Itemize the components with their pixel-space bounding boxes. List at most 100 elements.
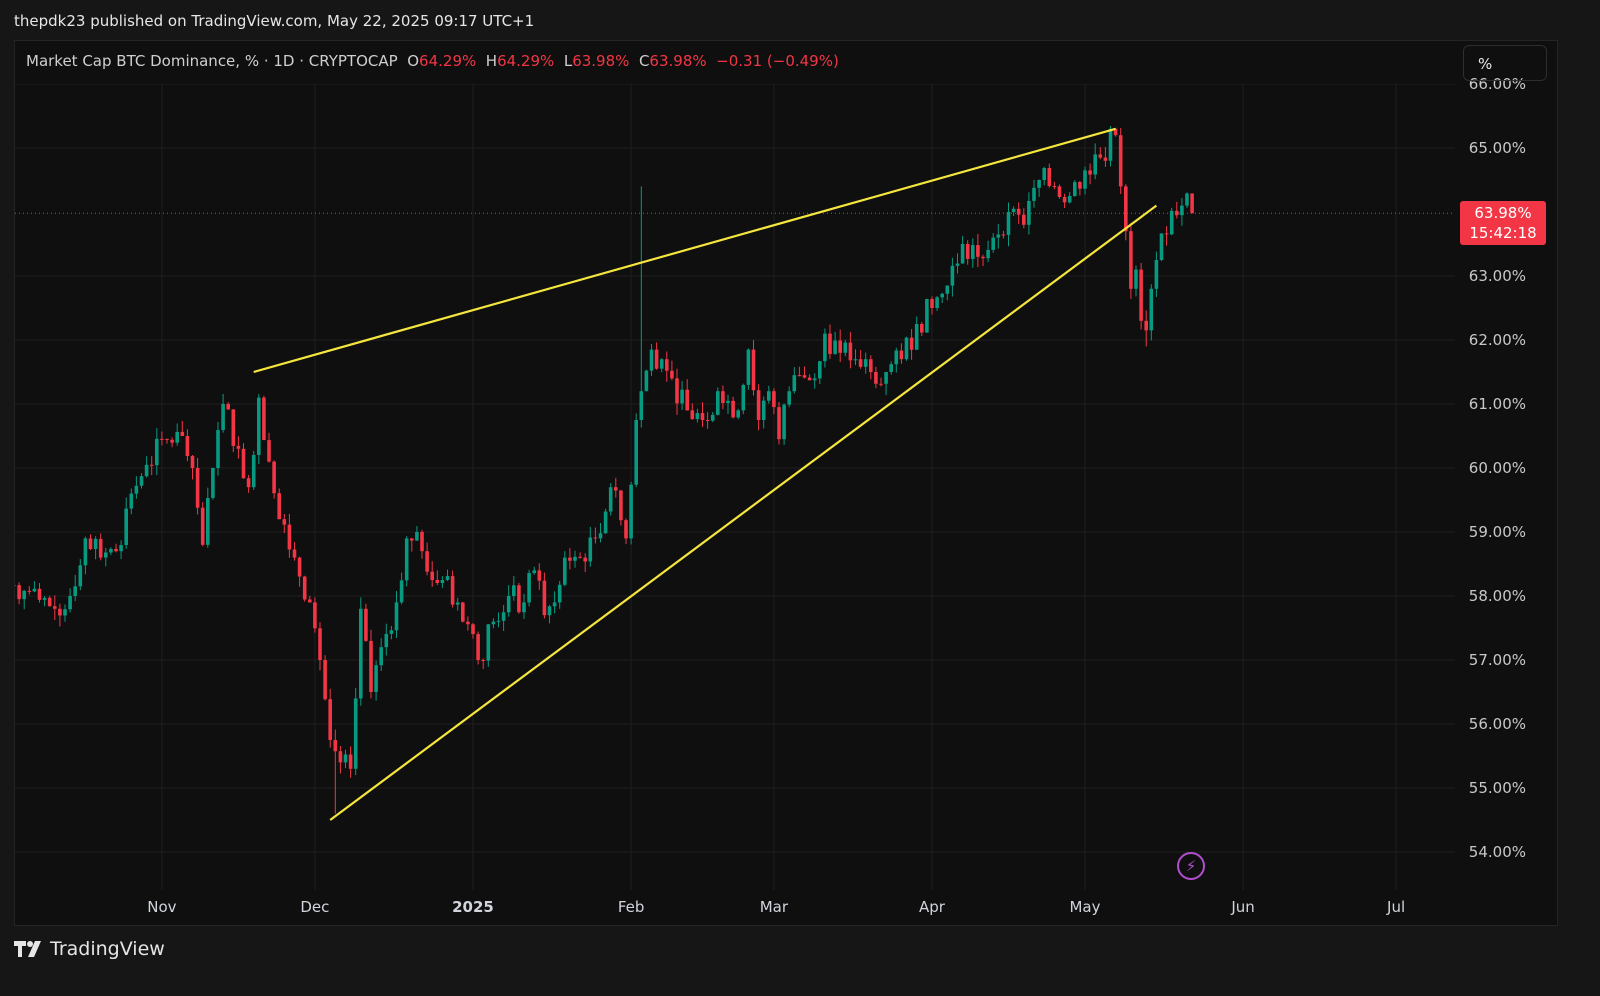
candle-body	[180, 431, 185, 436]
candle-body	[517, 585, 521, 613]
candle-body	[680, 389, 684, 404]
candle-body	[343, 754, 348, 763]
candle-body	[323, 660, 327, 700]
candle-body	[190, 456, 195, 468]
candle-body	[415, 532, 419, 541]
open-label: O	[407, 52, 420, 70]
candle-body	[435, 580, 440, 584]
candle-body	[257, 397, 261, 455]
candle-body	[986, 249, 990, 259]
candle-body	[1052, 185, 1057, 187]
candle-body	[853, 359, 858, 361]
price-chart[interactable]: 66.00%65.00%63.00%62.00%61.00%60.00%59.0…	[0, 0, 1600, 996]
candle-body	[578, 556, 582, 558]
candle-body	[440, 580, 445, 584]
candle-body	[690, 410, 695, 420]
candle-body	[1169, 210, 1174, 235]
candle-body	[955, 263, 960, 266]
bar-countdown: 15:42:18	[1469, 224, 1537, 242]
candle-body	[333, 740, 338, 752]
candle-body	[1016, 208, 1021, 215]
candle-body	[843, 342, 848, 353]
candle-body	[649, 349, 654, 371]
candle-body	[792, 375, 797, 392]
candle-body	[267, 440, 271, 462]
candle-body	[1103, 157, 1108, 161]
candle-body	[914, 324, 919, 350]
candle-body	[216, 430, 220, 468]
candle-body	[144, 464, 149, 477]
candle-body	[869, 359, 873, 372]
candle-body	[894, 350, 899, 365]
candle-body	[119, 545, 123, 552]
candle-body	[537, 570, 542, 581]
candle-body	[1134, 269, 1138, 289]
candle-body	[925, 298, 929, 333]
candle-body	[491, 621, 496, 625]
candle-body	[88, 538, 93, 550]
candle-body	[746, 349, 751, 385]
candle-body	[619, 490, 623, 521]
x-tick-label: Jul	[1386, 898, 1405, 916]
candle-body	[195, 468, 200, 508]
candle-body	[466, 621, 470, 625]
tradingview-logo[interactable]: TradingView	[14, 938, 165, 960]
candle-body	[1088, 170, 1092, 175]
candle-body	[98, 538, 103, 558]
candle-body	[935, 297, 939, 308]
candle-body	[399, 580, 404, 603]
candle-body	[838, 340, 842, 353]
lightning-icon[interactable]: ⚡	[1177, 852, 1205, 880]
candle-body	[63, 609, 67, 616]
candle-body	[262, 397, 266, 441]
candle-body	[603, 511, 608, 534]
candle-body	[353, 698, 358, 769]
candle-body	[221, 404, 225, 431]
candle-body	[874, 372, 878, 384]
candle-body	[573, 556, 577, 561]
high-value: 64.29%	[497, 52, 555, 70]
candle-body	[282, 519, 287, 525]
y-tick-label: 56.00%	[1469, 715, 1526, 733]
percent-scale-button[interactable]: %	[1463, 45, 1547, 81]
candle-body	[134, 485, 139, 494]
symbol-title[interactable]: Market Cap BTC Dominance, % · 1D · CRYPT…	[26, 52, 398, 70]
candle-body	[211, 468, 215, 498]
candle-body	[109, 548, 113, 553]
candle-body	[104, 552, 108, 558]
last-price: 63.98%	[1474, 204, 1532, 222]
candle-body	[670, 370, 674, 379]
candle-body	[1037, 180, 1041, 188]
candle-body	[471, 624, 475, 635]
candle-body	[139, 476, 144, 486]
candle-body	[772, 391, 776, 408]
candle-body	[450, 576, 455, 605]
candle-body	[731, 400, 735, 418]
lower-wedge-line	[329, 204, 1158, 821]
candle-body	[185, 436, 190, 457]
candle-body	[705, 420, 710, 421]
candle-body	[486, 624, 491, 661]
candle-body	[129, 493, 134, 509]
candle-body	[445, 576, 450, 580]
candle-body	[1042, 167, 1046, 180]
candle-body	[425, 551, 429, 572]
candle-body	[496, 620, 501, 622]
candle-body	[461, 602, 465, 622]
candle-body	[899, 350, 904, 360]
candle-body	[547, 606, 552, 616]
x-tick-label: Apr	[919, 898, 946, 916]
candle-body	[348, 754, 353, 769]
candle-body	[53, 606, 57, 609]
x-tick-label: Mar	[760, 898, 789, 916]
candle-body	[920, 324, 924, 333]
candle-body	[1190, 193, 1194, 214]
candle-body	[971, 245, 975, 259]
candle-body	[318, 628, 322, 660]
candle-body	[991, 237, 995, 250]
candle-body	[302, 576, 307, 600]
candle-body	[654, 349, 659, 369]
candle-body	[624, 520, 628, 539]
y-tick-label: 60.00%	[1469, 459, 1526, 477]
candle-body	[1073, 182, 1077, 196]
